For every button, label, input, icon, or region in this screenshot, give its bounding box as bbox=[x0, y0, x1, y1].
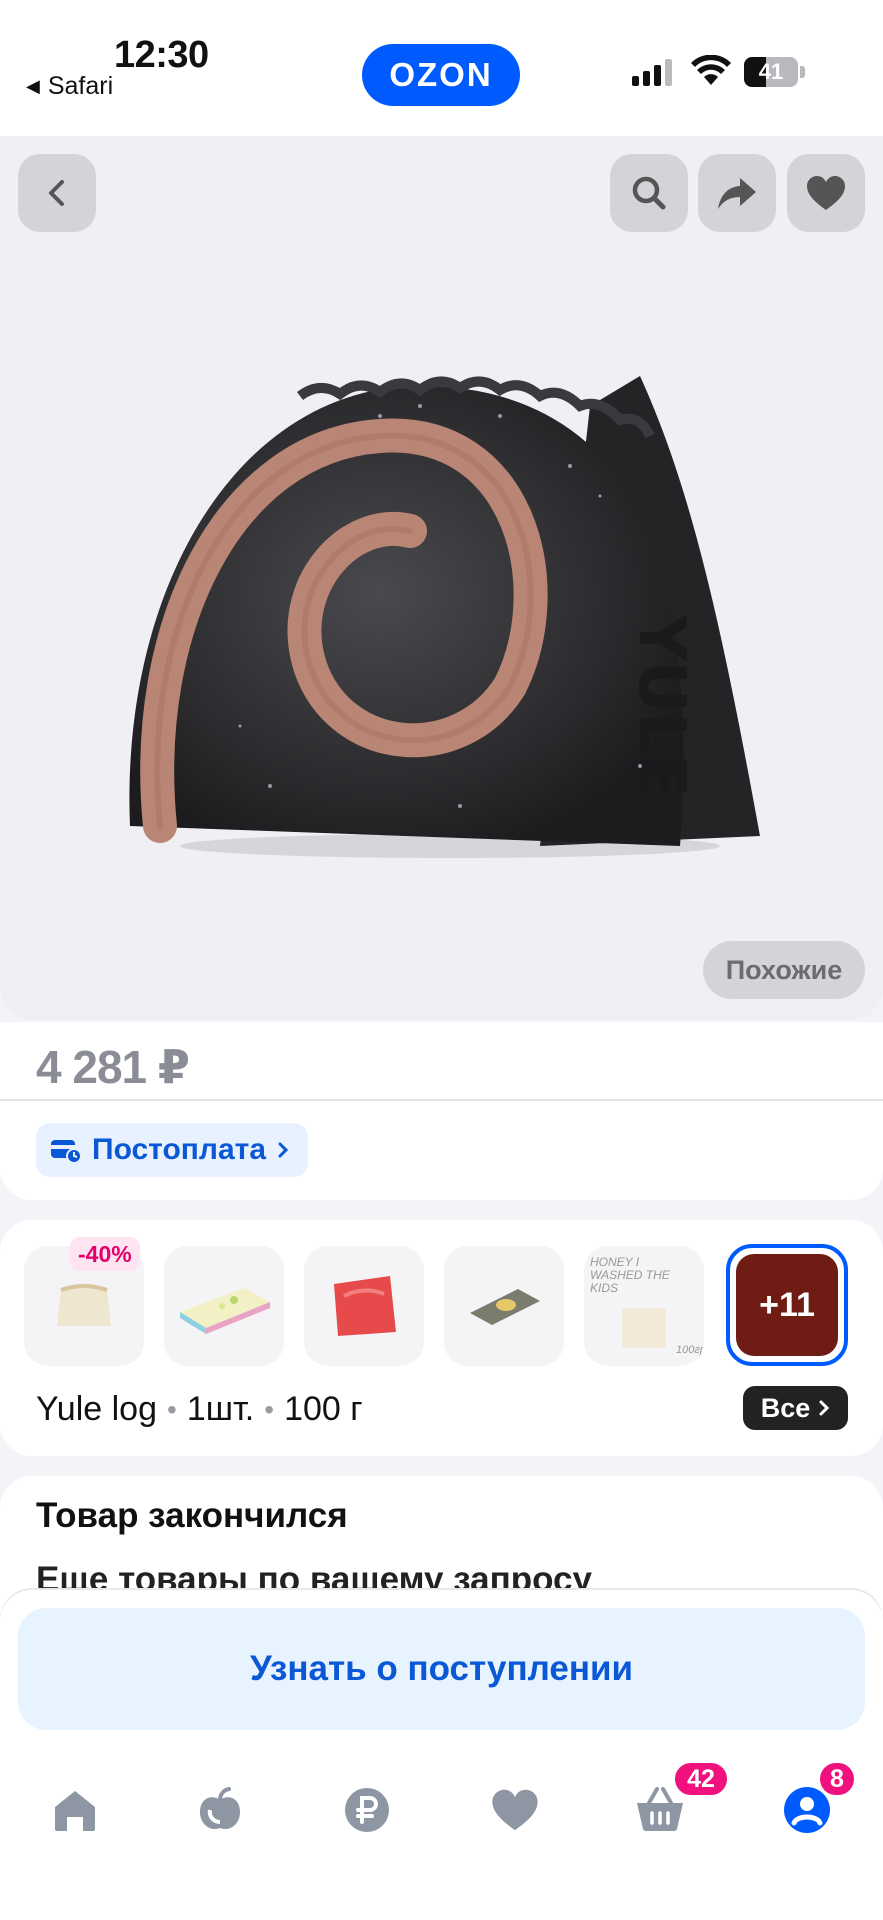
back-button[interactable] bbox=[18, 154, 96, 232]
back-triangle-icon: ◀ bbox=[26, 76, 40, 96]
price-card: 4 281 ₽ Постоплата bbox=[0, 1022, 883, 1200]
back-app-label: Safari bbox=[47, 72, 114, 100]
chevron-left-icon bbox=[49, 180, 64, 206]
variant-image bbox=[57, 1284, 111, 1326]
tab-favorites[interactable] bbox=[485, 1780, 545, 1840]
search-icon bbox=[632, 176, 666, 210]
variant-thumb[interactable]: HONEY I WASHED THE KIDS 100гр bbox=[584, 1246, 704, 1366]
search-button[interactable] bbox=[610, 154, 688, 232]
variant-thumb[interactable] bbox=[164, 1246, 284, 1366]
variant-weight: 100 г bbox=[284, 1390, 363, 1428]
ruble-icon bbox=[345, 1788, 389, 1832]
postpay-label: Постоплата bbox=[92, 1133, 267, 1166]
favorite-button[interactable] bbox=[787, 154, 865, 232]
variant-image bbox=[470, 1289, 540, 1325]
status-bar: 12:30 ◀ Safari OZON 41 bbox=[0, 0, 883, 136]
out-of-stock-title: Товар закончился bbox=[36, 1496, 348, 1535]
battery-icon: 41 bbox=[744, 57, 798, 87]
cart-badge: 42 bbox=[672, 1760, 730, 1798]
heart-icon bbox=[807, 176, 845, 210]
discount-badge: -40% bbox=[70, 1237, 140, 1271]
chevron-right-icon bbox=[278, 1142, 289, 1158]
share-arrow-icon bbox=[718, 178, 756, 209]
divider bbox=[0, 1099, 883, 1101]
back-to-safari[interactable]: ◀ Safari bbox=[26, 72, 113, 101]
tab-cart[interactable]: 42 bbox=[630, 1760, 730, 1840]
price-value: 4 281 ₽ bbox=[36, 1041, 190, 1093]
share-button[interactable] bbox=[698, 154, 776, 232]
home-icon bbox=[55, 1791, 95, 1831]
product-embossed-text: YULE bbox=[624, 614, 698, 798]
bottom-panel: Узнать о поступлении 42 8 bbox=[0, 1590, 883, 1920]
similar-button[interactable]: Похожие bbox=[703, 941, 865, 999]
variant-thumb[interactable] bbox=[444, 1246, 564, 1366]
variant-thumb-text: HONEY I WASHED THE KIDS bbox=[590, 1255, 670, 1295]
profile-badge: 8 bbox=[817, 1760, 857, 1798]
notify-arrival-button[interactable]: Узнать о поступлении bbox=[18, 1608, 865, 1730]
tab-home[interactable] bbox=[45, 1780, 105, 1840]
all-variants-label: Все bbox=[760, 1392, 811, 1423]
heart-icon bbox=[492, 1789, 538, 1831]
tab-bar: 42 8 bbox=[0, 1750, 883, 1860]
tab-finance[interactable] bbox=[337, 1780, 397, 1840]
product-gallery[interactable]: YULE Похожие bbox=[0, 136, 883, 1020]
wifi-icon bbox=[691, 55, 731, 85]
apple-icon bbox=[200, 1787, 240, 1830]
chevron-right-icon bbox=[819, 1400, 830, 1416]
variant-image bbox=[180, 1288, 270, 1334]
battery-level: 41 bbox=[758, 59, 784, 84]
tab-profile[interactable]: 8 bbox=[777, 1760, 857, 1840]
status-time: 12:30 bbox=[114, 34, 209, 76]
wallet-clock-icon bbox=[51, 1140, 82, 1164]
variant-image bbox=[622, 1308, 666, 1348]
variant-quantity: 1шт. bbox=[186, 1390, 255, 1428]
postpay-button[interactable]: Постоплата bbox=[36, 1123, 309, 1177]
variant-thumb-weight: 100гр bbox=[676, 1344, 704, 1356]
variant-thumb[interactable] bbox=[304, 1246, 424, 1366]
more-variants-button[interactable]: +11 bbox=[726, 1244, 848, 1366]
all-variants-button[interactable]: Все bbox=[743, 1386, 848, 1430]
tab-fresh[interactable] bbox=[190, 1780, 250, 1840]
more-variants-label: +11 bbox=[736, 1254, 838, 1356]
ozon-logo: OZON bbox=[362, 44, 520, 106]
product-image: YULE bbox=[129, 376, 760, 858]
cellular-signal-icon bbox=[632, 58, 672, 86]
variant-image bbox=[334, 1276, 396, 1336]
basket-icon bbox=[637, 1787, 683, 1831]
variants-card: -40% HONEY I WASHED THE KIDS 100гр +11 Y… bbox=[0, 1220, 883, 1456]
variant-name: Yule log bbox=[36, 1390, 157, 1428]
variant-description: Yule log • 1шт. • 100 г bbox=[36, 1390, 363, 1428]
